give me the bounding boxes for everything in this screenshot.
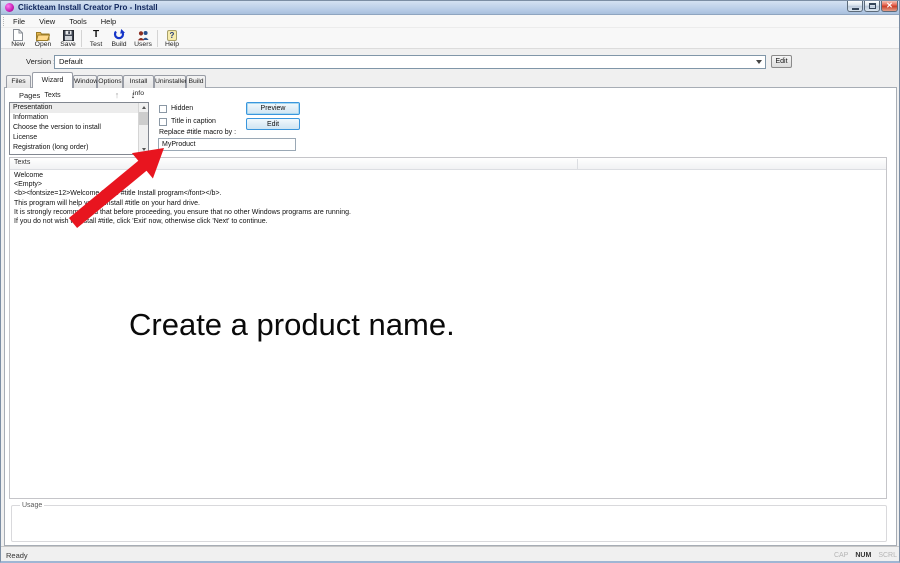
menu-file[interactable]: File — [6, 15, 32, 28]
toolbar: New Open Save T Test Build — [1, 28, 900, 49]
tab-build[interactable]: Build — [186, 75, 206, 88]
menu-tools[interactable]: Tools — [62, 15, 94, 28]
preview-button[interactable]: Preview — [246, 102, 300, 115]
move-down-icon[interactable]: ↓ — [127, 89, 139, 101]
title-in-caption-checkbox[interactable] — [159, 118, 167, 126]
toolbar-open-button[interactable]: Open — [29, 29, 57, 49]
version-value: Default — [59, 57, 83, 66]
close-icon: ✕ — [886, 2, 893, 10]
menu-bar: File View Tools Help — [1, 15, 900, 28]
version-edit-button[interactable]: Edit — [771, 55, 792, 68]
toolbar-new-button[interactable]: New — [4, 29, 32, 49]
edit-button[interactable]: Edit — [246, 118, 300, 130]
tab-options[interactable]: Options — [97, 75, 123, 88]
status-bar: Ready CAP NUM SCRL — [1, 546, 900, 563]
scroll-up-icon[interactable] — [139, 103, 149, 112]
toolbar-help-button[interactable]: ? Help — [158, 29, 186, 49]
maximize-icon — [869, 3, 876, 9]
close-button[interactable]: ✕ — [881, 1, 898, 12]
app-window: Clickteam Install Creator Pro - Install … — [0, 0, 900, 563]
tab-uninstaller[interactable]: Uninstaller — [154, 75, 186, 88]
app-icon — [5, 3, 14, 12]
list-item[interactable]: Information — [10, 113, 148, 123]
annotation-arrow-icon — [59, 139, 171, 231]
tab-wizard-texts[interactable]: Wizard Texts — [32, 72, 73, 88]
version-label: Version : — [26, 57, 55, 66]
hidden-label: Hidden — [171, 105, 193, 112]
list-item[interactable]: Presentation — [10, 103, 148, 113]
column-divider[interactable] — [577, 159, 578, 169]
replace-title-label: Replace #title macro by : — [159, 129, 236, 136]
open-folder-icon — [29, 29, 57, 41]
usage-groupbox: Usage — [11, 505, 887, 542]
new-document-icon — [4, 29, 32, 41]
status-key-indicators: CAP NUM SCRL — [834, 552, 897, 559]
save-floppy-icon — [54, 29, 82, 41]
tab-window[interactable]: Window — [73, 75, 97, 88]
move-up-icon[interactable]: ↑ — [111, 89, 123, 101]
usage-label: Usage — [20, 502, 44, 509]
replace-title-input[interactable] — [158, 138, 296, 151]
hidden-checkbox[interactable] — [159, 105, 167, 113]
window-title: Clickteam Install Creator Pro - Install — [18, 3, 158, 12]
texts-header-label: Texts — [14, 159, 30, 166]
menu-view[interactable]: View — [32, 15, 62, 28]
version-dropdown[interactable]: Default — [54, 55, 766, 69]
caps-lock-indicator: CAP — [834, 552, 848, 559]
minimize-icon — [852, 8, 859, 10]
scroll-lock-indicator: SCRL — [878, 552, 897, 559]
toolbar-save-button[interactable]: Save — [54, 29, 82, 49]
num-lock-indicator: NUM — [855, 552, 871, 559]
pages-label: Pages — [19, 91, 40, 100]
tab-install-info[interactable]: Install info — [123, 75, 154, 88]
title-bar: Clickteam Install Creator Pro - Install … — [1, 1, 900, 15]
title-in-caption-label: Title in caption — [171, 118, 216, 125]
chevron-down-icon — [756, 60, 762, 64]
annotation-caption: Create a product name. — [129, 307, 455, 343]
status-text: Ready — [6, 551, 28, 560]
help-icon: ? — [158, 29, 186, 41]
scrollbar-thumb[interactable] — [139, 112, 149, 125]
users-icon — [129, 29, 157, 41]
menu-help[interactable]: Help — [94, 15, 123, 28]
toolbar-users-button[interactable]: Users — [129, 29, 157, 49]
tab-files[interactable]: Files — [6, 75, 31, 88]
maximize-button[interactable] — [864, 1, 880, 12]
list-item[interactable]: Choose the version to install — [10, 123, 148, 133]
minimize-button[interactable] — [847, 1, 863, 12]
